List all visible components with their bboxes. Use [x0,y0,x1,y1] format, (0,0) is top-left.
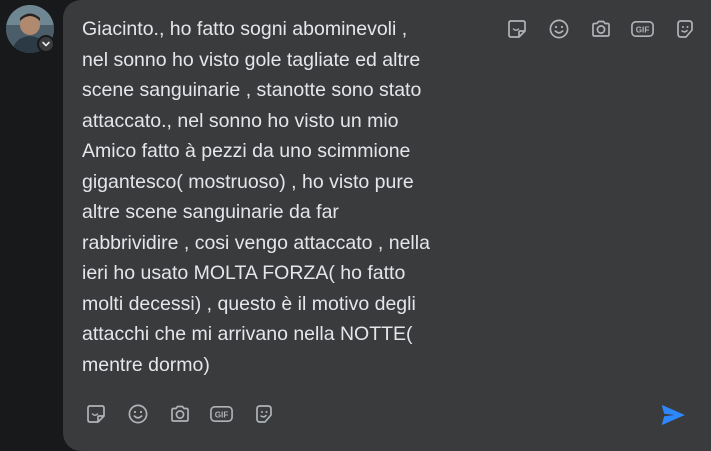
message-composer[interactable]: Giacinto., ho fatto sogni abominevoli , … [63,0,711,451]
camera-icon[interactable] [588,16,613,41]
avatar-sticker-icon[interactable] [251,401,276,426]
camera-icon[interactable] [167,401,192,426]
sticker-icon[interactable] [504,16,529,41]
gif-icon[interactable]: GIF [630,16,655,41]
message-input[interactable]: Giacinto., ho fatto sogni abominevoli , … [82,14,492,380]
chevron-down-icon [42,41,50,47]
send-button[interactable] [660,402,686,428]
emoji-icon[interactable] [125,401,150,426]
composer-toolbar-top: GIF [504,16,697,41]
svg-text:GIF: GIF [215,410,229,419]
emoji-icon[interactable] [546,16,571,41]
gif-icon[interactable]: GIF [209,401,234,426]
svg-text:GIF: GIF [636,25,650,34]
account-menu-chevron[interactable] [37,35,55,53]
send-icon [661,405,685,425]
avatar-sticker-icon[interactable] [672,16,697,41]
composer-toolbar-bottom: GIF [83,401,276,426]
sticker-icon[interactable] [83,401,108,426]
